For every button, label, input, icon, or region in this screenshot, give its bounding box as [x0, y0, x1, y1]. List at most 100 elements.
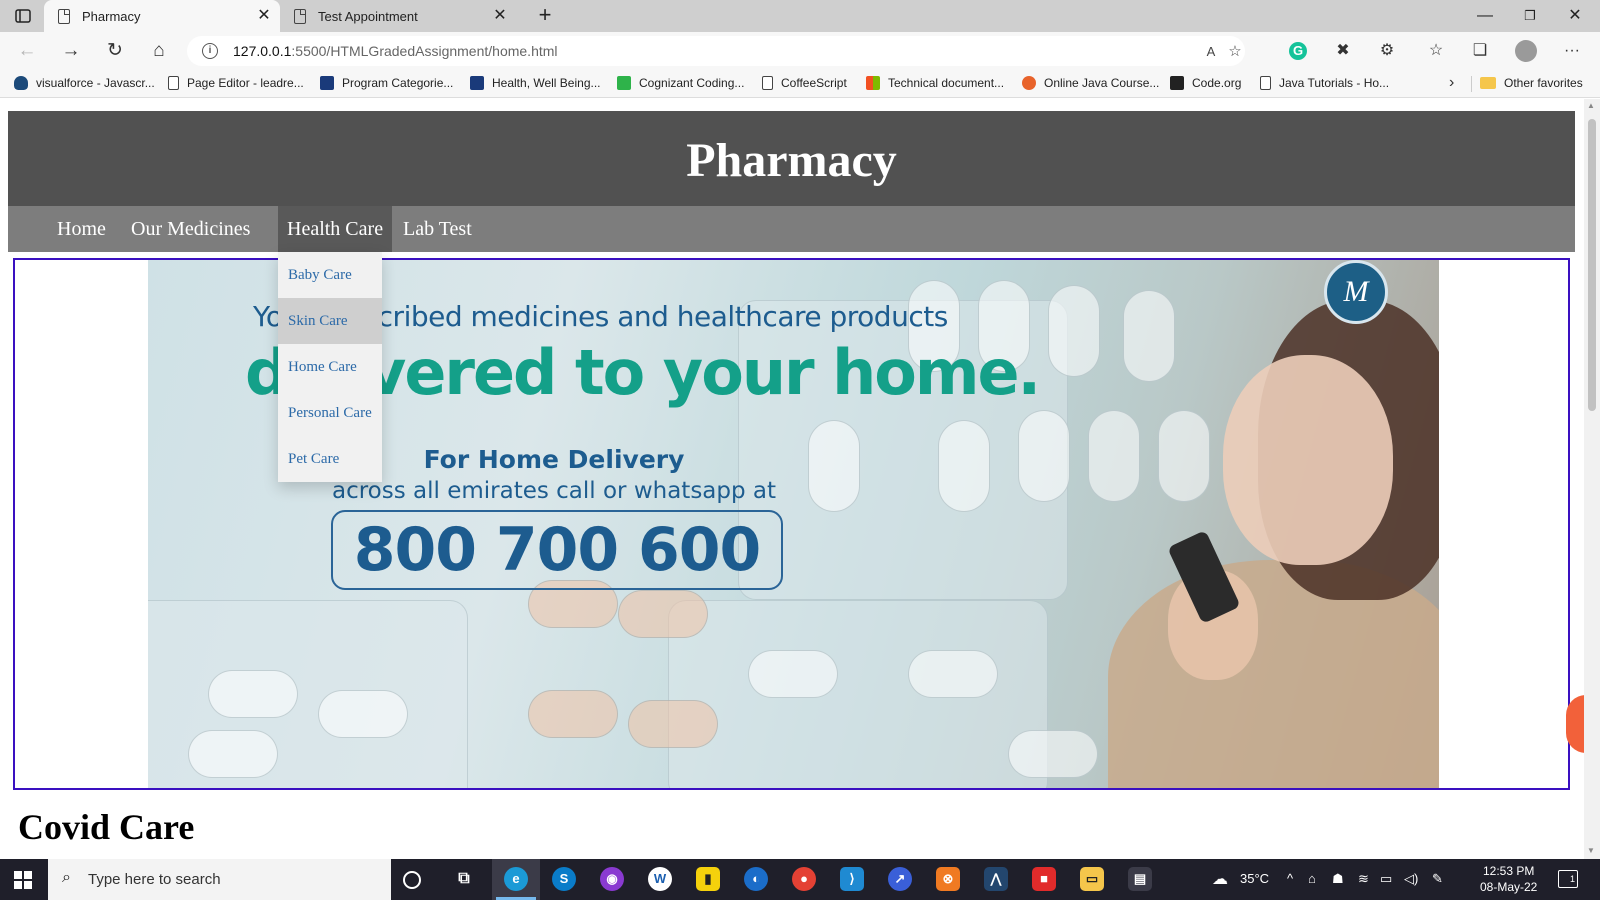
skype-icon[interactable]: S — [552, 867, 576, 891]
tab-test-appointment[interactable]: Test Appointment ✕ — [280, 0, 516, 32]
bookmark-item[interactable]: Online Java Course... — [1022, 76, 1159, 90]
page-icon — [58, 8, 70, 24]
taskbar-search[interactable]: ⌕ Type here to search — [48, 859, 391, 900]
weather-icon[interactable]: ☁ — [1212, 869, 1228, 889]
banner-delivery-title: For Home Delivery — [423, 445, 685, 474]
program-icon — [320, 76, 334, 90]
tab-strip: Pharmacy ✕ Test Appointment ✕ + — ❐ ✕ — [0, 0, 1600, 32]
window-close-icon[interactable]: ✕ — [1565, 6, 1585, 26]
page-icon — [1260, 76, 1271, 90]
read-aloud-icon[interactable]: A — [1201, 42, 1221, 62]
task-view-icon[interactable]: ⧉ — [452, 867, 476, 891]
page-icon — [294, 8, 306, 24]
chevron-right-icon[interactable]: › — [1449, 74, 1454, 92]
page-icon — [168, 76, 179, 90]
pill-shape — [628, 700, 718, 748]
bookmark-item[interactable]: Technical document... — [866, 76, 1004, 90]
battery-icon[interactable]: ▭ — [1380, 871, 1392, 887]
tray-app-icon[interactable]: ⌂ — [1308, 871, 1316, 886]
scroll-down-icon[interactable]: ▼ — [1587, 846, 1595, 855]
xampp-icon[interactable]: ⊗ — [936, 867, 960, 891]
pill-shape — [908, 650, 998, 698]
bookmark-item[interactable]: Page Editor - leadre... — [168, 76, 304, 90]
pill-shape — [208, 670, 298, 718]
restore-icon[interactable]: ❐ — [1520, 6, 1540, 26]
grammarly-icon[interactable]: G — [1289, 42, 1307, 60]
notifications-icon[interactable]: 1 — [1558, 870, 1578, 888]
app-icon[interactable]: W — [648, 867, 672, 891]
nav-health-care[interactable]: Health Care — [278, 206, 393, 252]
tab-actions-icon[interactable] — [14, 7, 32, 25]
page-icon — [762, 76, 773, 90]
dropdown-baby-care[interactable]: Baby Care — [278, 252, 382, 298]
close-tab-icon[interactable]: ✕ — [492, 8, 508, 24]
address-bar-row: ← → ↻ ⌂ i 127.0.0.1:5500/HTMLGradedAssig… — [0, 32, 1600, 70]
vscode-icon[interactable]: ⟩ — [840, 867, 864, 891]
bookmark-item[interactable]: Program Categorie... — [320, 76, 453, 90]
clock-time: 12:53 PM — [1482, 864, 1535, 878]
scroll-thumb[interactable] — [1588, 119, 1596, 411]
minimize-icon[interactable]: — — [1475, 6, 1495, 26]
tray-app-icon[interactable]: ☗ — [1332, 871, 1344, 887]
show-hidden-icons-icon[interactable]: ^ — [1287, 871, 1293, 886]
pen-icon[interactable]: ✎ — [1432, 871, 1443, 887]
banner-frame: M Your prescribed medicines and healthca… — [13, 258, 1570, 790]
edge-icon[interactable]: e — [496, 867, 536, 900]
bookmark-item[interactable]: Java Tutorials - Ho... — [1260, 76, 1389, 90]
extension-icon[interactable]: ✖ — [1332, 40, 1354, 62]
forward-icon[interactable]: → — [60, 40, 82, 62]
app-icon[interactable]: ↗ — [888, 867, 912, 891]
dropdown-personal-care[interactable]: Personal Care — [278, 390, 382, 436]
address-bar[interactable]: i 127.0.0.1:5500/HTMLGradedAssignment/ho… — [187, 36, 1245, 66]
system-clock[interactable]: 12:53 PM 08-May-22 — [1480, 863, 1537, 895]
bookmark-item[interactable]: Cognizant Coding... — [617, 76, 744, 90]
url-text[interactable]: 127.0.0.1:5500/HTMLGradedAssignment/home… — [233, 43, 558, 59]
bookmarks-divider — [1471, 76, 1472, 92]
nav-lab-test[interactable]: Lab Test — [394, 206, 481, 252]
cortana-icon[interactable] — [403, 871, 421, 889]
favorites-icon[interactable]: ☆ — [1425, 40, 1447, 62]
chrome-icon[interactable]: ● — [792, 867, 816, 891]
banner-delivery-subtitle: across all emirates call or whatsapp at — [331, 478, 777, 504]
screen-recorder-icon[interactable]: ■ — [1032, 867, 1056, 891]
close-tab-icon[interactable]: ✕ — [256, 8, 272, 24]
home-icon[interactable]: ⌂ — [148, 40, 170, 62]
collections-icon[interactable]: ❏ — [1469, 40, 1491, 62]
volume-icon[interactable]: ◁) — [1404, 871, 1418, 887]
new-tab-icon[interactable]: + — [533, 4, 557, 28]
file-explorer-icon[interactable]: ▭ — [1080, 867, 1104, 891]
dropdown-skin-care[interactable]: Skin Care — [278, 298, 382, 344]
scroll-up-icon[interactable]: ▲ — [1587, 101, 1595, 110]
page-viewport: Pharmacy Home Our Medicines Health Care … — [0, 99, 1584, 859]
page-scrollbar[interactable]: ▲ ▼ — [1584, 99, 1600, 859]
bookmark-item[interactable]: CoffeeScript — [762, 76, 847, 90]
profile-avatar-icon[interactable] — [1515, 40, 1537, 62]
bookmark-item[interactable]: Code.org — [1170, 76, 1241, 90]
nav-our-medicines[interactable]: Our Medicines — [122, 206, 259, 252]
app-icon[interactable]: ▤ — [1128, 867, 1152, 891]
pill-shape — [1158, 410, 1210, 502]
add-favorite-icon[interactable]: ☆ — [1225, 42, 1245, 62]
dropdown-home-care[interactable]: Home Care — [278, 344, 382, 390]
github-icon[interactable]: ◉ — [600, 867, 624, 891]
bookmark-item[interactable]: Health, Well Being... — [470, 76, 601, 90]
extensions-puzzle-icon[interactable]: ⚙ — [1376, 40, 1398, 62]
windows-start-icon[interactable] — [14, 871, 32, 889]
health-icon — [470, 76, 484, 90]
wifi-icon[interactable]: ≋ — [1358, 871, 1369, 887]
folder-icon — [1480, 77, 1496, 89]
sticky-notes-icon[interactable]: ▮ — [696, 867, 720, 891]
more-options-icon[interactable]: ··· — [1561, 40, 1583, 62]
app-icon[interactable]: ⋀ — [984, 867, 1008, 891]
refresh-icon[interactable]: ↻ — [104, 40, 126, 62]
bookmark-item[interactable]: visualforce - Javascr... — [14, 76, 155, 90]
nav-home[interactable]: Home — [48, 206, 115, 252]
tab-pharmacy[interactable]: Pharmacy ✕ — [44, 0, 280, 32]
other-favorites[interactable]: Other favorites — [1480, 76, 1583, 90]
dropdown-pet-care[interactable]: Pet Care — [278, 436, 382, 482]
weather-temp[interactable]: 35°C — [1240, 871, 1269, 886]
back-icon[interactable]: ← — [16, 40, 38, 62]
chat-bubble-icon[interactable] — [1566, 695, 1584, 753]
site-info-icon[interactable]: i — [202, 43, 218, 59]
firefox-icon[interactable]: ◐ — [744, 867, 768, 891]
